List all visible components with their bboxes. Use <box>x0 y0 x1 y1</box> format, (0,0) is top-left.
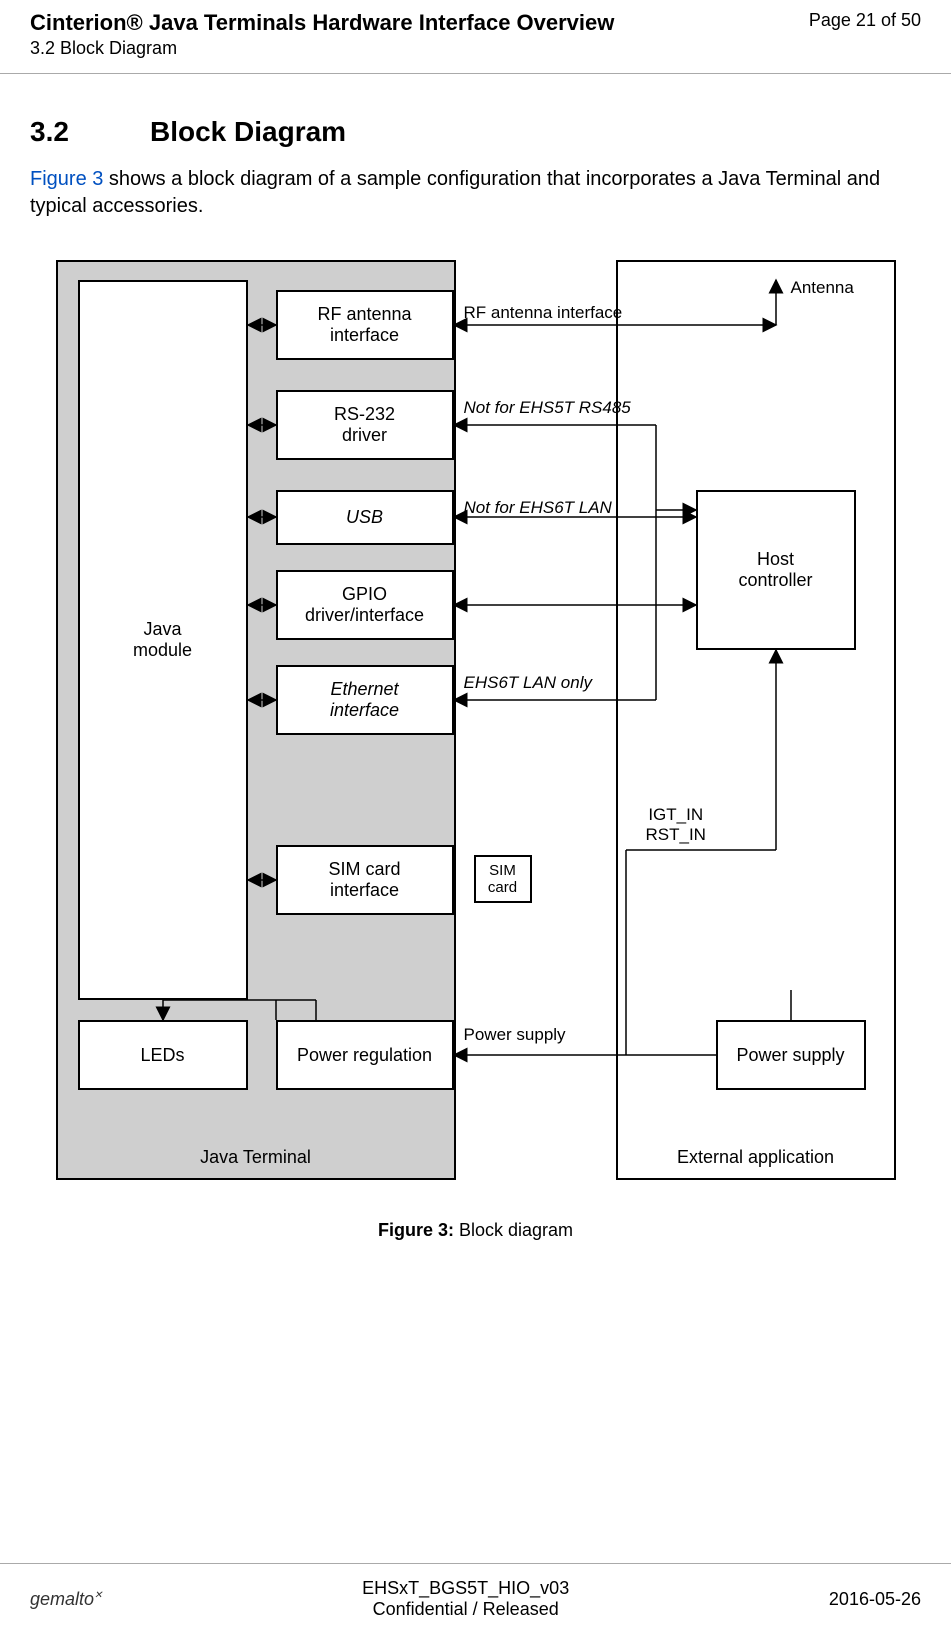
figure-caption: Figure 3: Block diagram <box>30 1220 921 1241</box>
rs232-text: RS-232 driver <box>334 404 395 446</box>
antenna-label: Antenna <box>791 278 854 298</box>
sim-text: SIM card interface <box>328 859 400 901</box>
java-module-text: Java module <box>133 619 192 661</box>
breadcrumb: 3.2 Block Diagram <box>30 38 921 59</box>
power-reg-text: Power regulation <box>297 1045 432 1066</box>
rf-antenna-interface-box: RF antenna interface <box>276 290 454 360</box>
power-supply-conn-label: Power supply <box>464 1025 566 1045</box>
footer-doc-id: EHSxT_BGS5T_HIO_v03 <box>102 1578 828 1599</box>
power-regulation-box: Power regulation <box>276 1020 454 1090</box>
block-diagram: Java Terminal External application Java … <box>56 250 896 1200</box>
gemalto-logo: gemalto✕ <box>30 1589 102 1610</box>
gpio-text: GPIO driver/interface <box>305 584 424 626</box>
section-title: Block Diagram <box>150 116 346 147</box>
logo-text: gemalto <box>30 1589 94 1609</box>
gpio-box: GPIO driver/interface <box>276 570 454 640</box>
host-controller-box: Host controller <box>696 490 856 650</box>
footer-date: 2016-05-26 <box>829 1589 921 1610</box>
ethernet-text: Ethernet interface <box>330 679 399 721</box>
ethernet-interface-box: Ethernet interface <box>276 665 454 735</box>
rf-antenna-text: RF antenna interface <box>317 304 411 346</box>
host-ctl-text: Host controller <box>738 549 812 591</box>
page-number: Page 21 of 50 <box>809 10 921 31</box>
rs232-driver-box: RS-232 driver <box>276 390 454 460</box>
rf-antenna-conn-label: RF antenna interface <box>464 303 623 323</box>
power-supply-text: Power supply <box>736 1045 844 1066</box>
figure-caption-text: Block diagram <box>454 1220 573 1240</box>
usb-box: USB <box>276 490 454 545</box>
doc-title: Cinterion® Java Terminals Hardware Inter… <box>30 10 921 36</box>
sim-card-text: SIM card <box>488 862 517 896</box>
intro-paragraph: Figure 3 shows a block diagram of a samp… <box>30 166 921 220</box>
rs232-conn-label: Not for EHS5T RS485 <box>464 398 631 418</box>
power-supply-box: Power supply <box>716 1020 866 1090</box>
section-number: 3.2 <box>30 116 150 148</box>
logo-mark: ✕ <box>94 1590 102 1601</box>
intro-text: shows a block diagram of a sample config… <box>30 168 880 217</box>
usb-conn-label: Not for EHS6T LAN <box>464 498 612 518</box>
page-footer: gemalto✕ EHSxT_BGS5T_HIO_v03 Confidentia… <box>0 1563 951 1620</box>
igt-rst-conn-label: IGT_IN RST_IN <box>646 805 706 845</box>
ethernet-conn-label: EHS6T LAN only <box>464 673 593 693</box>
content-area: 3.2Block Diagram Figure 3 shows a block … <box>0 74 951 1241</box>
usb-text: USB <box>346 507 383 528</box>
leds-box: LEDs <box>78 1020 248 1090</box>
footer-classification: Confidential / Released <box>102 1599 828 1620</box>
leds-text: LEDs <box>140 1045 184 1066</box>
section-heading: 3.2Block Diagram <box>30 116 921 148</box>
footer-center: EHSxT_BGS5T_HIO_v03 Confidential / Relea… <box>102 1578 828 1620</box>
page-header: Cinterion® Java Terminals Hardware Inter… <box>0 0 951 59</box>
figure-caption-bold: Figure 3: <box>378 1220 454 1240</box>
sim-card-box: SIM card <box>474 855 532 903</box>
sim-card-interface-box: SIM card interface <box>276 845 454 915</box>
figure-cross-ref[interactable]: Figure 3 <box>30 168 103 190</box>
java-module-box: Java module <box>78 280 248 1000</box>
